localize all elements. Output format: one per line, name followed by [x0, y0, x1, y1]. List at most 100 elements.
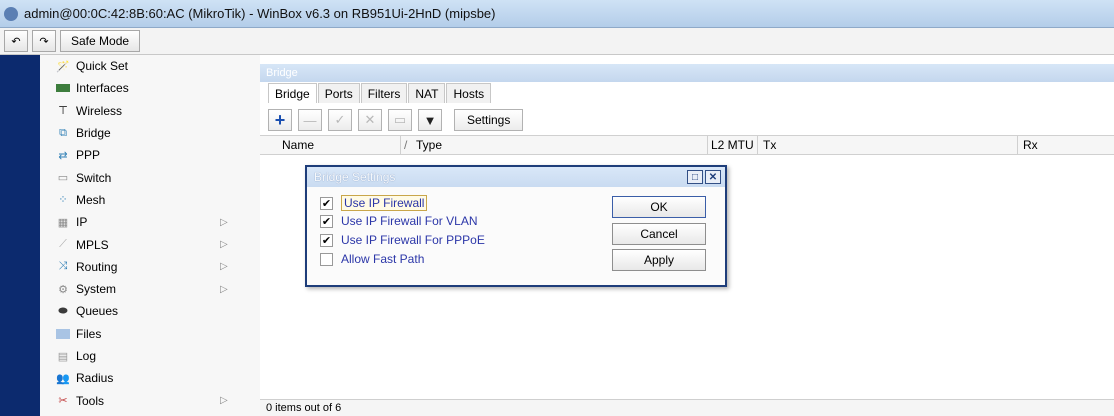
- tab-bridge[interactable]: Bridge: [268, 83, 317, 103]
- cancel-button[interactable]: Cancel: [612, 223, 706, 245]
- sidebar-item-label: Quick Set: [76, 59, 129, 74]
- files-icon: [54, 328, 72, 340]
- close-icon[interactable]: ✕: [705, 170, 721, 184]
- comment-button[interactable]: ▭: [388, 109, 412, 131]
- checkbox-box[interactable]: ✔: [320, 196, 333, 210]
- checkbox-box[interactable]: [320, 252, 333, 266]
- tab-nat[interactable]: NAT: [408, 83, 446, 103]
- sidebar-item-label: Mesh: [76, 192, 106, 207]
- checkbox-use-ip-firewall-for-vlan[interactable]: ✔ Use IP Firewall For VLAN: [320, 214, 477, 228]
- add-button[interactable]: +: [268, 109, 292, 131]
- status-bar: 0 items out of 6: [260, 399, 1114, 416]
- column-type[interactable]: Type: [416, 138, 442, 152]
- checkbox-label: Use IP Firewall For PPPoE: [341, 233, 485, 247]
- ok-button[interactable]: OK: [612, 196, 706, 218]
- title-bar: admin@00:0C:42:8B:60:AC (MikroTik) - Win…: [0, 0, 1114, 28]
- dialog-title-bar: Bridge Settings □ ✕: [307, 167, 725, 187]
- checkbox-label: Use IP Firewall: [341, 195, 428, 211]
- bridge-settings-dialog: Bridge Settings □ ✕ ✔ Use IP Firewall ✔ …: [305, 165, 727, 287]
- sidebar-item-label: Tools: [76, 393, 105, 408]
- sidebar-item-tools[interactable]: ✂ Tools ▷: [40, 389, 260, 411]
- sidebar-item-files[interactable]: Files: [40, 323, 260, 345]
- wireless-icon: ⊤: [58, 105, 68, 118]
- sidebar-item-radius[interactable]: 👥 Radius: [40, 367, 260, 389]
- check-icon: ✓: [334, 112, 346, 127]
- sidebar-item-label: Switch: [76, 170, 112, 185]
- window-title: admin@00:0C:42:8B:60:AC (MikroTik) - Win…: [24, 6, 496, 21]
- queues-icon: ⬬: [58, 304, 68, 317]
- sidebar-item-system[interactable]: ⚙ System ▷: [40, 278, 260, 300]
- sidebar-item-label: IP: [76, 215, 88, 230]
- sidebar-item-ip[interactable]: ▦ IP ▷: [40, 211, 260, 233]
- sidebar-item-interfaces[interactable]: Interfaces: [40, 77, 260, 99]
- radius-icon: 👥: [56, 372, 70, 385]
- column-divider: [400, 136, 401, 154]
- sidebar-menu: 🪄 Quick Set Interfaces ⊤ Wireless ⧉ Brid…: [40, 55, 260, 416]
- remove-button[interactable]: —: [298, 109, 322, 131]
- column-tx[interactable]: Tx: [763, 138, 776, 152]
- switch-icon: ▭: [57, 172, 69, 185]
- submenu-arrow-icon: ▷: [220, 261, 228, 273]
- checkbox-box[interactable]: ✔: [320, 214, 333, 228]
- sidebar-item-quick-set[interactable]: 🪄 Quick Set: [40, 55, 260, 77]
- tab-filters[interactable]: Filters: [360, 83, 408, 103]
- main-toolbar: ↶ ↷ Safe Mode: [0, 28, 1114, 55]
- sidebar-item-wireless[interactable]: ⊤ Wireless: [40, 100, 260, 122]
- filter-icon: ▼: [423, 112, 437, 128]
- redo-button[interactable]: ↷: [32, 30, 56, 52]
- checkbox-allow-fast-path[interactable]: Allow Fast Path: [320, 252, 424, 266]
- undo-button[interactable]: ↶: [4, 30, 28, 52]
- sidebar-item-queues[interactable]: ⬬ Queues: [40, 300, 260, 322]
- sidebar-item-ppp[interactable]: ⇄ PPP: [40, 144, 260, 166]
- system-icon: ⚙: [58, 283, 68, 296]
- sidebar-item-label: Radius: [76, 371, 114, 386]
- sidebar-item-label: Bridge: [76, 126, 111, 141]
- checkbox-use-ip-firewall-for-pppoe[interactable]: ✔ Use IP Firewall For PPPoE: [320, 233, 485, 247]
- tab-ports[interactable]: Ports: [317, 83, 360, 103]
- sidebar-item-mesh[interactable]: ⁘ Mesh: [40, 189, 260, 211]
- checkbox-box[interactable]: ✔: [320, 233, 333, 247]
- sidebar-item-mpls[interactable]: ⟋ MPLS ▷: [40, 233, 260, 255]
- x-icon: ✕: [364, 112, 376, 127]
- column-divider: [1017, 136, 1018, 154]
- safe-mode-button[interactable]: Safe Mode: [60, 30, 141, 52]
- redo-icon: ↷: [39, 35, 49, 48]
- tab-hosts[interactable]: Hosts: [446, 83, 492, 103]
- bridge-icon: ⧉: [59, 126, 67, 139]
- enable-button[interactable]: ✓: [328, 109, 352, 131]
- column-rx[interactable]: Rx: [1023, 138, 1038, 152]
- column-l2-mtu[interactable]: L2 MTU: [711, 138, 754, 152]
- submenu-arrow-icon: ▷: [220, 239, 228, 251]
- sidebar-item-bridge[interactable]: ⧉ Bridge: [40, 122, 260, 144]
- sidebar-item-label: MPLS: [76, 237, 109, 252]
- apply-button[interactable]: Apply: [612, 249, 706, 271]
- mpls-icon: ⟋: [59, 238, 67, 251]
- sidebar-item-switch[interactable]: ▭ Switch: [40, 166, 260, 188]
- submenu-arrow-icon: ▷: [220, 395, 228, 407]
- column-divider: [707, 136, 708, 154]
- sidebar-item-label: Interfaces: [76, 81, 129, 96]
- minus-icon: —: [303, 112, 317, 128]
- sidebar-item-log[interactable]: ▤ Log: [40, 345, 260, 367]
- undo-icon: ↶: [11, 35, 21, 48]
- quick-set-icon: 🪄: [56, 60, 70, 73]
- checkbox-use-ip-firewall[interactable]: ✔ Use IP Firewall: [320, 195, 428, 211]
- settings-button[interactable]: Settings: [454, 109, 524, 131]
- sidebar-item-label: Routing: [76, 259, 118, 274]
- dialog-title: Bridge Settings: [314, 170, 396, 184]
- filter-button[interactable]: ▼: [418, 109, 442, 131]
- winbox-app-icon: [4, 6, 18, 21]
- column-divider: [757, 136, 758, 154]
- column-name[interactable]: Name: [282, 138, 314, 152]
- restore-icon[interactable]: □: [687, 170, 703, 184]
- checkbox-label: Use IP Firewall For VLAN: [341, 214, 478, 228]
- interfaces-icon: [54, 82, 72, 94]
- sidebar-item-label: Log: [76, 349, 97, 363]
- sidebar-item-routing[interactable]: ⤨ Routing ▷: [40, 256, 260, 278]
- sidebar-item-label: Files: [76, 326, 102, 341]
- disable-button[interactable]: ✕: [358, 109, 382, 131]
- bridge-window-title: Bridge: [260, 64, 1114, 82]
- winbox-side-strip: [0, 55, 40, 416]
- submenu-arrow-icon: ▷: [220, 283, 228, 295]
- tools-icon: ✂: [58, 395, 68, 408]
